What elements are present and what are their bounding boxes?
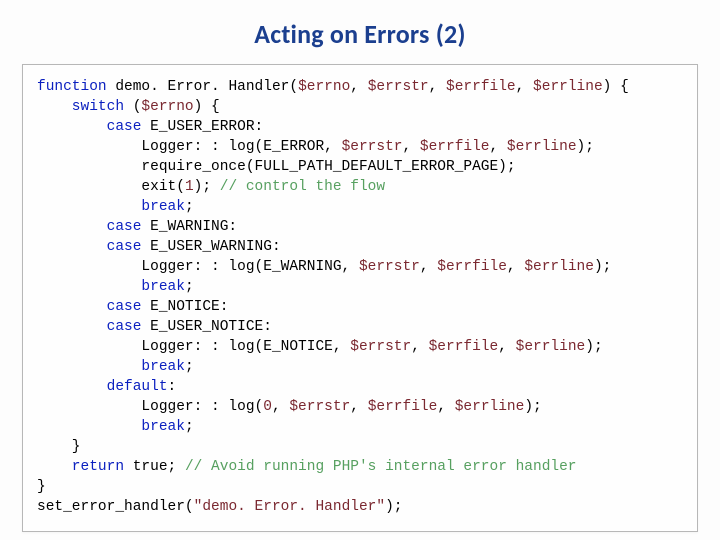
code-text: exit( [37,179,185,195]
code-text: ); [585,339,602,355]
code-text: Logger: : log(E_ERROR, [37,139,342,155]
code-text: , [350,399,367,415]
code-text: } [37,479,46,495]
code-block: function demo. Error. Handler($errno, $e… [37,77,683,517]
slide-title: Acting on Errors (2) [22,18,698,50]
comment: // control the flow [220,179,385,195]
var-errno: $errno [141,99,193,115]
kw-switch: switch [37,99,124,115]
code-text: , [507,259,524,275]
code-text: E_WARNING: [141,219,237,235]
code-text: ); [385,499,402,515]
var-errline: $errline [507,139,577,155]
string-literal: "demo. Error. Handler" [194,499,385,515]
var-errfile: $errfile [420,139,490,155]
kw-case: case [37,319,141,335]
kw-case: case [37,239,141,255]
code-text: , [498,339,515,355]
kw-default: default [37,379,168,395]
var-errstr: $errstr [368,79,429,95]
kw-case: case [37,219,141,235]
code-text: , [490,139,507,155]
code-text: require_once(FULL_PATH_DEFAULT_ERROR_PAG… [37,159,516,175]
code-text: E_USER_ERROR: [141,119,263,135]
code-text: E_NOTICE: [141,299,228,315]
var-errstr: $errstr [289,399,350,415]
code-text: } [37,439,81,455]
code-text: Logger: : log(E_NOTICE, [37,339,350,355]
code-text: , [437,399,454,415]
kw-case: case [37,119,141,135]
code-text: ); [577,139,594,155]
code-text: demo. Error. Handler( [107,79,298,95]
code-text: ( [124,99,141,115]
kw-break: break [37,419,185,435]
code-box: function demo. Error. Handler($errno, $e… [22,64,698,532]
slide: Acting on Errors (2) function demo. Erro… [0,0,720,540]
var-errfile: $errfile [437,259,507,275]
code-text: : [168,379,177,395]
kw-break: break [37,279,185,295]
code-text: ); [194,179,220,195]
code-text: ; [185,279,194,295]
code-text: ) { [194,99,220,115]
code-text: true; [124,459,185,475]
code-text: ; [185,419,194,435]
var-errline: $errline [516,339,586,355]
var-errno: $errno [298,79,350,95]
kw-break: break [37,359,185,375]
code-text: E_USER_WARNING: [141,239,280,255]
kw-case: case [37,299,141,315]
kw-function: function [37,79,107,95]
var-errfile: $errfile [368,399,438,415]
kw-return: return [37,459,124,475]
comment: // Avoid running PHP's internal error ha… [185,459,577,475]
var-errfile: $errfile [446,79,516,95]
num-literal: 1 [185,179,194,195]
var-errline: $errline [524,259,594,275]
var-errline: $errline [455,399,525,415]
code-text: , [272,399,289,415]
code-text: Logger: : log(E_WARNING, [37,259,359,275]
code-text: ) { [603,79,629,95]
code-text: set_error_handler( [37,499,194,515]
code-text: , [402,139,419,155]
code-text: ); [594,259,611,275]
var-errstr: $errstr [342,139,403,155]
var-errline: $errline [533,79,603,95]
code-text: , [516,79,533,95]
code-text: ; [185,199,194,215]
var-errstr: $errstr [350,339,411,355]
var-errfile: $errfile [429,339,499,355]
code-text: ; [185,359,194,375]
var-errstr: $errstr [359,259,420,275]
code-text: E_USER_NOTICE: [141,319,272,335]
code-text: , [350,79,367,95]
kw-break: break [37,199,185,215]
num-literal: 0 [263,399,272,415]
code-text: , [420,259,437,275]
code-text: , [429,79,446,95]
code-text: ); [524,399,541,415]
code-text: , [411,339,428,355]
code-text: Logger: : log( [37,399,263,415]
